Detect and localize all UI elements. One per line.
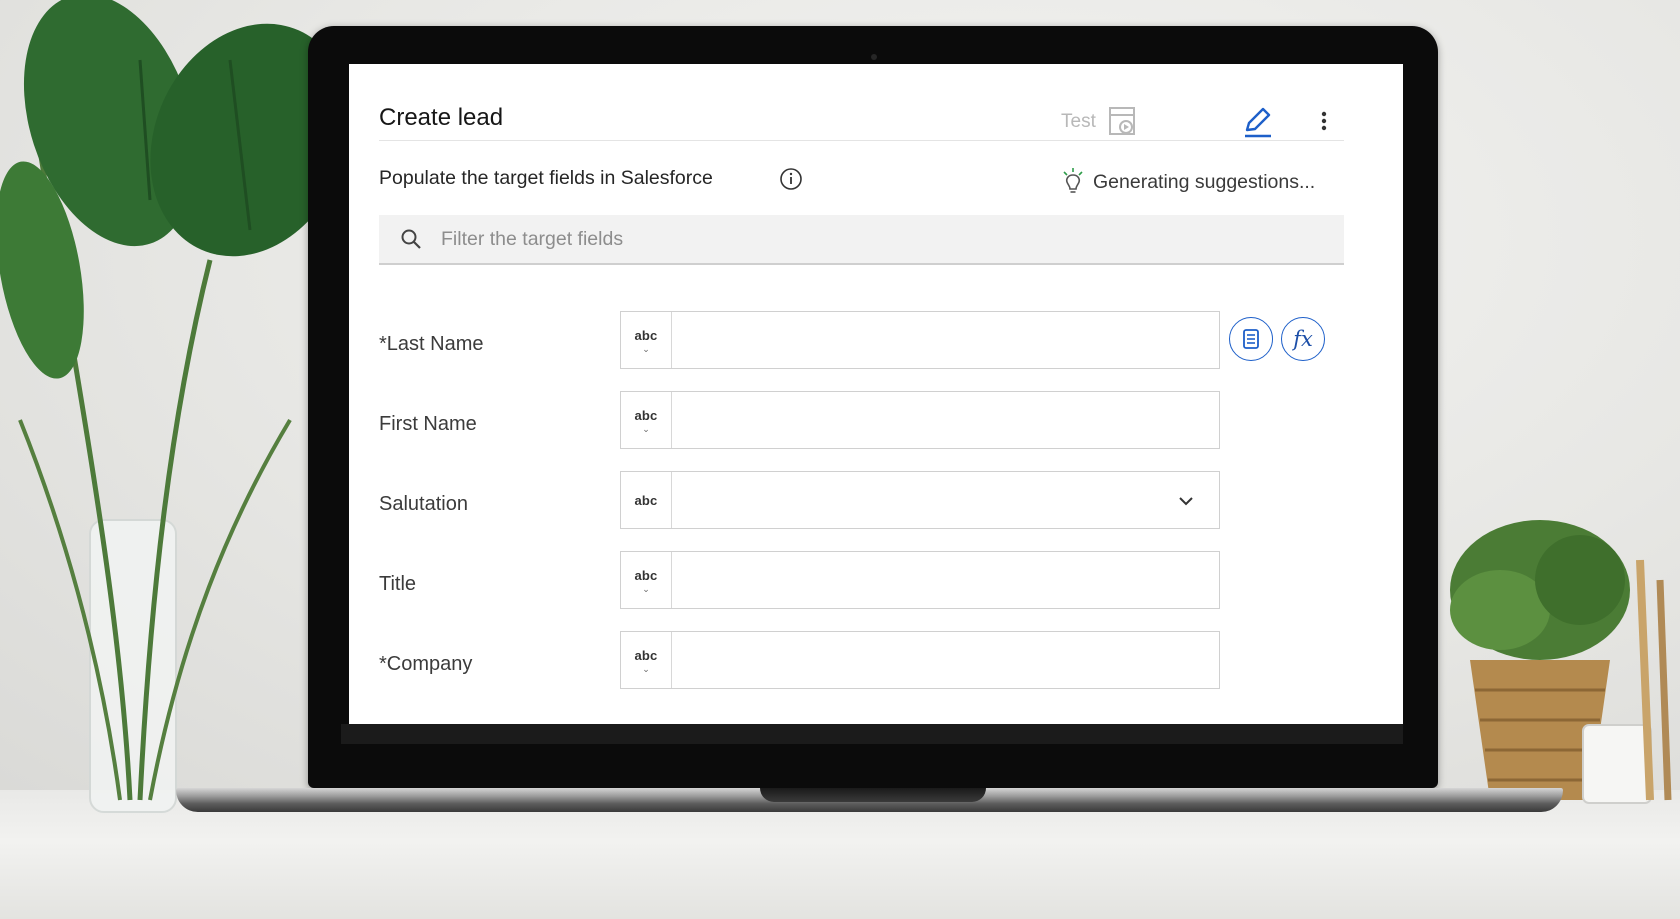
field-row-actions: fx — [1229, 317, 1325, 361]
chevron-down-icon: ⌄ — [642, 343, 650, 354]
fx-function-icon: fx — [1293, 327, 1313, 351]
field-row-last-name: *Last Name abc ⌄ fx — [379, 311, 1344, 391]
filter-search-bar — [379, 215, 1344, 265]
chevron-down-icon: ⌄ — [642, 663, 650, 674]
field-input-group: abc ⌄ — [620, 551, 1220, 609]
field-input-group: abc — [620, 471, 1220, 529]
type-label: abc — [634, 327, 658, 343]
title-field[interactable] — [672, 552, 1219, 608]
type-selector[interactable]: abc ⌄ — [621, 552, 672, 608]
type-label: abc — [634, 647, 658, 663]
chevron-down-icon: ⌄ — [642, 583, 650, 594]
company-field[interactable] — [672, 632, 1219, 688]
webcam — [871, 54, 877, 60]
create-lead-panel: Create lead Test Populate the target fie… — [379, 84, 1344, 711]
first-name-field[interactable] — [672, 392, 1219, 448]
target-fields-list: *Last Name abc ⌄ fx First Name abc ⌄ Sal… — [379, 311, 1344, 711]
type-selector[interactable]: abc ⌄ — [621, 312, 672, 368]
type-selector[interactable]: abc — [621, 472, 672, 528]
last-name-field[interactable] — [672, 312, 1219, 368]
lightbulb-icon — [1063, 168, 1083, 193]
field-input-group: abc ⌄ — [620, 391, 1220, 449]
overflow-menu-button[interactable] — [1314, 104, 1334, 140]
type-label: abc — [634, 492, 658, 508]
screen-bezel-bottom — [341, 724, 1403, 744]
field-row-salutation: Salutation abc — [379, 471, 1344, 551]
field-input-group: abc ⌄ — [620, 631, 1220, 689]
field-label: Salutation — [379, 493, 468, 515]
laptop-opening-notch — [760, 788, 986, 802]
test-label: Test — [1061, 111, 1096, 132]
panel-header: Create lead Test — [379, 84, 1344, 141]
edit-button[interactable] — [1239, 104, 1275, 140]
field-label: First Name — [379, 413, 477, 435]
type-selector[interactable]: abc ⌄ — [621, 392, 672, 448]
test-run-icon — [1108, 107, 1135, 135]
suggestions-status-text: Generating suggestions... — [1093, 170, 1316, 193]
type-label: abc — [634, 567, 658, 583]
laptop-screen: Create lead Test Populate the target fie… — [349, 64, 1403, 724]
suggestions-status: Generating suggestions... — [1061, 167, 1315, 197]
field-row-first-name: First Name abc ⌄ — [379, 391, 1344, 471]
field-label: *Company — [379, 653, 473, 675]
list-mapping-icon — [1243, 329, 1259, 349]
field-label: Title — [379, 573, 417, 595]
field-input-group: abc ⌄ — [620, 311, 1220, 369]
candle-glass — [1582, 724, 1652, 804]
field-label: *Last Name — [379, 333, 484, 355]
salutation-select[interactable] — [672, 472, 1219, 528]
chevron-down-icon[interactable] — [1175, 490, 1197, 512]
info-icon[interactable] — [779, 167, 803, 191]
test-button[interactable]: Test — [1061, 106, 1138, 138]
glass-vase — [89, 519, 177, 813]
type-label: abc — [634, 407, 658, 423]
function-button[interactable]: fx — [1281, 317, 1325, 361]
chevron-down-icon: ⌄ — [642, 423, 650, 434]
panel-subheader: Populate the target fields in Salesforce… — [379, 141, 1344, 215]
page-title: Create lead — [379, 104, 504, 131]
scene-background: Create lead Test Populate the target fie… — [0, 0, 1680, 919]
field-row-company: *Company abc ⌄ — [379, 631, 1344, 711]
field-row-title: Title abc ⌄ — [379, 551, 1344, 631]
panel-subtitle: Populate the target fields in Salesforce — [379, 167, 713, 189]
mapping-list-button[interactable] — [1229, 317, 1273, 361]
overflow-menu-icon — [1321, 111, 1327, 131]
filter-target-fields-input[interactable] — [439, 226, 1303, 252]
type-selector[interactable]: abc ⌄ — [621, 632, 672, 688]
search-icon — [401, 229, 421, 249]
pencil-icon — [1245, 107, 1271, 138]
